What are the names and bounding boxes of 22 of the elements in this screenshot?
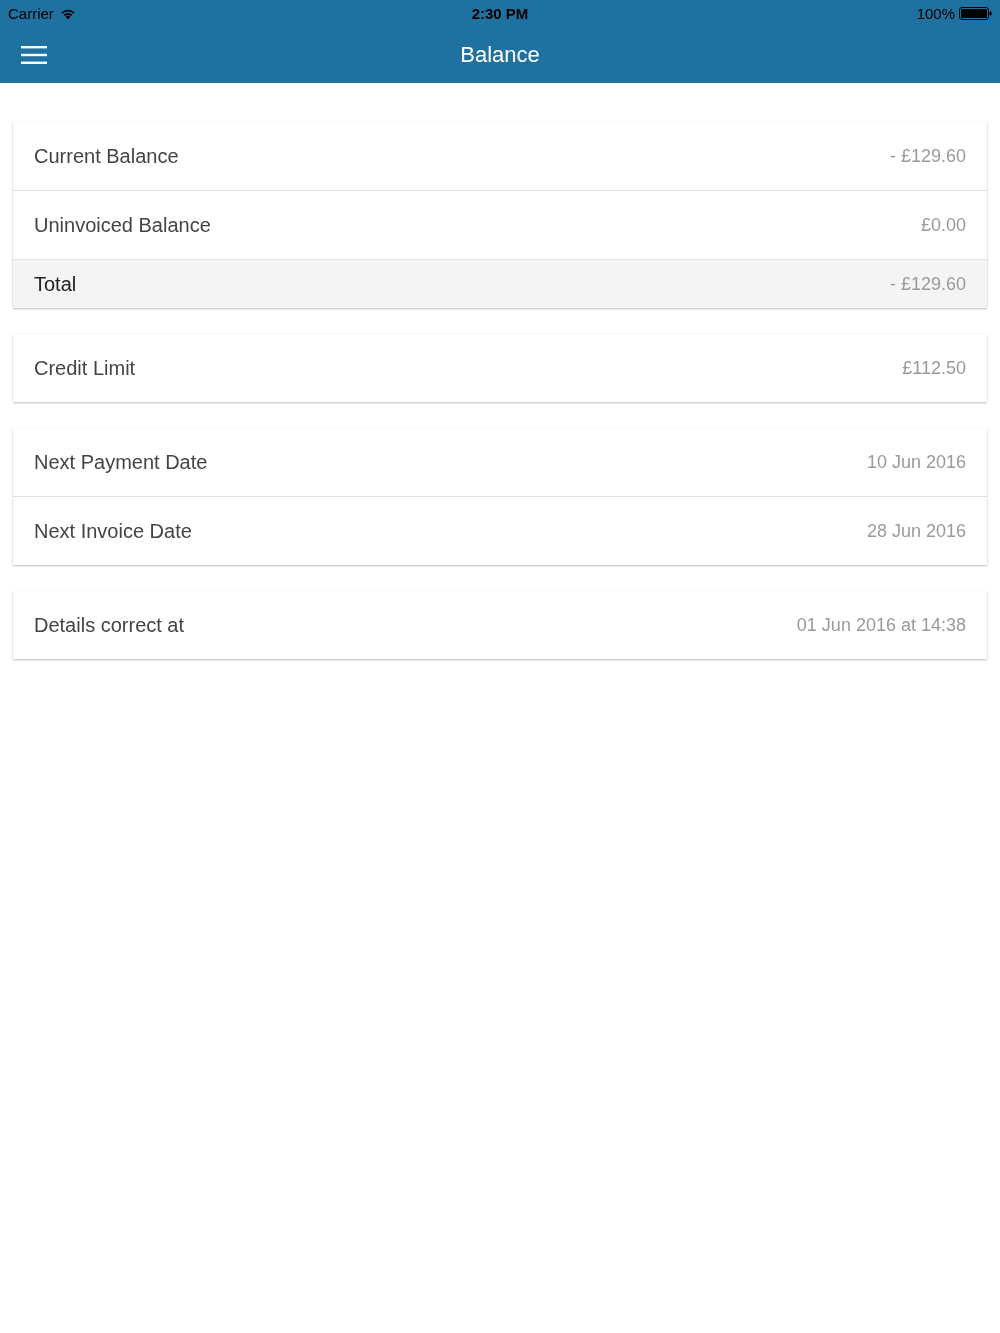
battery-icon: [959, 7, 992, 20]
row-value: - £129.60: [889, 273, 966, 295]
row-value: £0.00: [920, 214, 966, 236]
battery-percent: 100%: [916, 5, 955, 22]
row-label: Total: [34, 272, 77, 296]
row-value: £112.50: [902, 357, 966, 379]
row-value: - £129.60: [889, 145, 966, 167]
row-label: Details correct at: [34, 613, 185, 637]
row-label: Uninvoiced Balance: [34, 213, 211, 237]
row-value: 01 Jun 2016 at 14:38: [796, 614, 966, 636]
page-title: Balance: [460, 42, 540, 68]
row-value: 28 Jun 2016: [866, 520, 966, 542]
wifi-icon: [59, 7, 76, 20]
row-label: Current Balance: [34, 144, 179, 168]
row-label: Next Invoice Date: [34, 519, 192, 543]
menu-button[interactable]: [21, 46, 47, 64]
status-time: 2:30 PM: [471, 5, 529, 22]
row-value: 10 Jun 2016: [866, 451, 966, 473]
row-label: Credit Limit: [34, 356, 136, 380]
menu-icon: [21, 46, 47, 64]
carrier-label: Carrier: [8, 5, 54, 22]
row-label: Next Payment Date: [34, 450, 208, 474]
